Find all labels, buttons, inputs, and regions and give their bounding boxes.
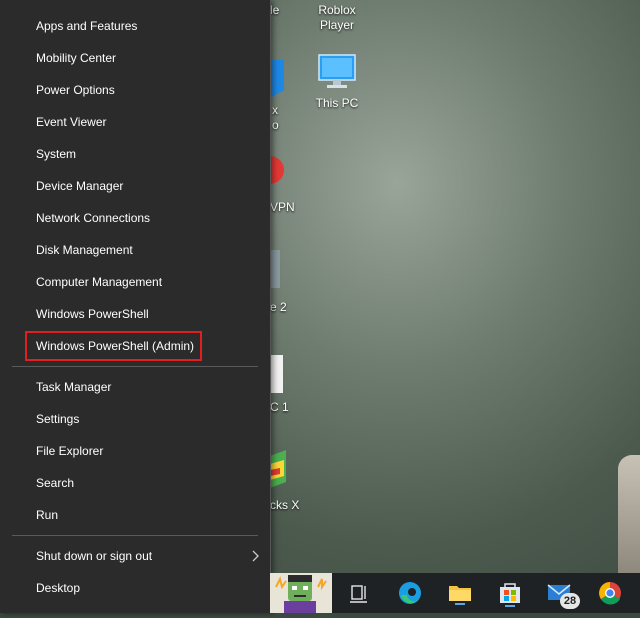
menu-item-label: Mobility Center — [36, 51, 117, 65]
menu-item-file-explorer[interactable]: File Explorer — [0, 435, 270, 467]
desktop-partial-label: cks X — [270, 498, 300, 512]
desktop-icon-label: Player — [319, 18, 354, 32]
desktop-partial-label: e 2 — [270, 300, 287, 314]
desktop-icon-this-pc[interactable]: This PC — [302, 52, 372, 111]
menu-item-label: Desktop — [36, 581, 81, 595]
menu-item-device-manager[interactable]: Device Manager — [0, 170, 270, 202]
blue-app-icon[interactable] — [270, 60, 284, 100]
menu-separator — [12, 366, 258, 367]
menu-item-windows-powershell[interactable]: Windows PowerShell — [0, 298, 270, 330]
menu-item-search[interactable]: Search — [0, 467, 270, 499]
app-icon[interactable] — [270, 250, 282, 290]
desktop-icon-roblox-player[interactable]: Roblox Player — [302, 3, 372, 33]
menu-item-label: Apps and Features — [36, 19, 138, 33]
desktop-partial-label: o — [272, 118, 279, 132]
taskbar-file-explorer[interactable] — [440, 573, 480, 613]
menu-item-disk-management[interactable]: Disk Management — [0, 234, 270, 266]
desktop-icon-label: Roblox — [318, 3, 356, 17]
task-view-icon — [350, 585, 367, 603]
menu-item-label: Device Manager — [36, 179, 124, 193]
menu-item-shut-down-or-sign-out[interactable]: Shut down or sign out — [0, 540, 270, 572]
winx-context-menu: Apps and Features Mobility Center Power … — [0, 0, 271, 613]
task-view-button[interactable] — [340, 573, 380, 613]
menu-item-apps-and-features[interactable]: Apps and Features — [0, 10, 270, 42]
menu-item-settings[interactable]: Settings — [0, 403, 270, 435]
menu-item-system[interactable]: System — [0, 138, 270, 170]
menu-item-label: System — [36, 147, 77, 161]
menu-item-desktop[interactable]: Desktop — [0, 572, 270, 604]
menu-item-label: Network Connections — [36, 211, 151, 225]
chevron-right-icon — [252, 550, 259, 562]
store-bag-icon — [500, 583, 520, 607]
taskbar: 28 — [270, 573, 640, 613]
menu-item-label: Settings — [36, 412, 80, 426]
frankenstein-app-icon — [275, 575, 327, 613]
desktop-partial-label: le — [270, 3, 280, 17]
taskbar-chrome[interactable] — [590, 573, 630, 613]
monitor-icon — [318, 54, 356, 88]
bluestacks-icon[interactable] — [270, 450, 288, 490]
wallpaper-rock — [618, 455, 640, 575]
annotation-highlight-box — [25, 331, 202, 361]
menu-item-label: Power Options — [36, 83, 115, 97]
taskbar-edge[interactable] — [390, 573, 430, 613]
taskbar-store[interactable] — [490, 573, 530, 613]
desktop-partial-label: x — [272, 103, 278, 117]
taskbar-pinned-app[interactable] — [270, 573, 332, 613]
document-icon[interactable] — [270, 355, 284, 395]
menu-item-label: Task Manager — [36, 380, 112, 394]
menu-item-label: Event Viewer — [36, 115, 107, 129]
menu-item-run[interactable]: Run — [0, 499, 270, 531]
desktop-icon-label: This PC — [315, 96, 359, 110]
desktop-partial-label: C 1 — [270, 400, 289, 414]
menu-item-label: Computer Management — [36, 275, 163, 289]
menu-item-power-options[interactable]: Power Options — [0, 74, 270, 106]
menu-item-event-viewer[interactable]: Event Viewer — [0, 106, 270, 138]
menu-item-label: Shut down or sign out — [36, 549, 153, 563]
menu-item-label: Disk Management — [36, 243, 133, 257]
folder-icon — [449, 586, 471, 605]
menu-item-computer-management[interactable]: Computer Management — [0, 266, 270, 298]
edge-browser-icon — [399, 582, 421, 604]
mail-unread-badge: 28 — [560, 593, 580, 609]
chrome-browser-icon — [599, 582, 621, 605]
menu-item-label: File Explorer — [36, 444, 104, 458]
menu-item-network-connections[interactable]: Network Connections — [0, 202, 270, 234]
menu-item-mobility-center[interactable]: Mobility Center — [0, 42, 270, 74]
taskbar-mail[interactable]: 28 — [540, 573, 580, 613]
menu-item-label: Windows PowerShell — [36, 307, 149, 321]
menu-item-task-manager[interactable]: Task Manager — [0, 371, 270, 403]
desktop-partial-label: VPN — [270, 200, 295, 214]
menu-separator — [12, 535, 258, 536]
menu-item-label: Search — [36, 476, 75, 490]
vpn-shield-icon[interactable] — [270, 152, 284, 188]
menu-item-label: Run — [36, 508, 59, 522]
